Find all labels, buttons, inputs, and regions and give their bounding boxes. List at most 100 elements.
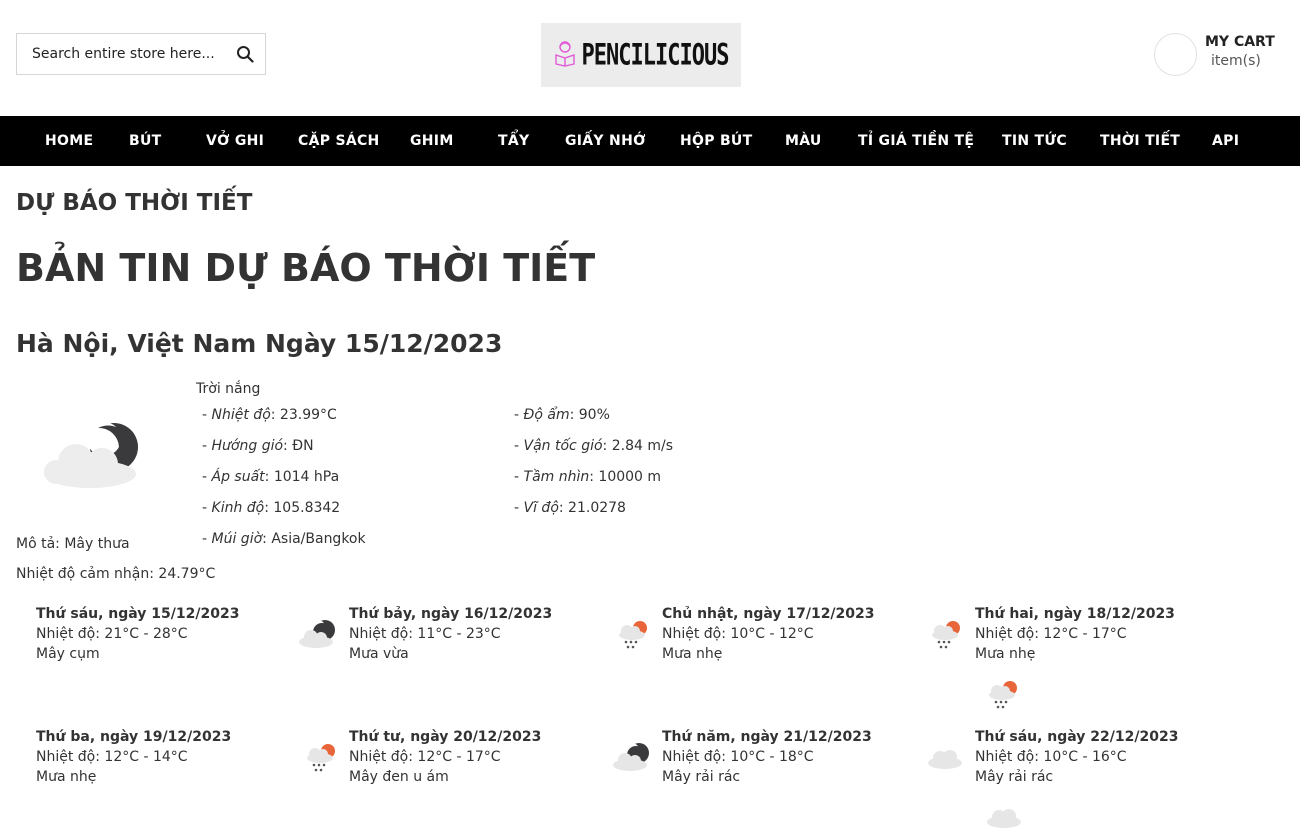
section-title: DỰ BÁO THỜI TIẾT	[16, 190, 253, 216]
forecast-date: Thứ tư, ngày 20/12/2023	[349, 729, 542, 745]
stat-value: : 2.84 m/s	[602, 438, 673, 454]
forecast-temp: Nhiệt độ: 10°C - 12°C	[662, 626, 814, 642]
stat-prefix: -	[202, 407, 212, 423]
site-header: Search entire store here... PENCILICIOUS…	[0, 0, 1300, 116]
forecast-date: Thứ sáu, ngày 22/12/2023	[975, 729, 1179, 745]
main-nav: HOME BÚT VỞ GHI CẶP SÁCH GHIM TẨY GIẤY N…	[0, 116, 1300, 166]
stat-longitude: - Kinh độ: 105.8342	[202, 500, 340, 516]
stat-prefix: -	[514, 500, 524, 516]
forecast-temp: Nhiệt độ: 11°C - 23°C	[349, 626, 501, 642]
forecast-desc: Mưa vừa	[349, 646, 409, 662]
stat-latitude: - Vĩ độ: 21.0278	[514, 500, 626, 516]
cloud-night-icon	[613, 743, 649, 771]
nav-item-hop-but[interactable]: HỘP BÚT	[680, 116, 752, 166]
forecast-card: Thứ hai, ngày 18/12/2023 Nhiệt độ: 12°C …	[927, 606, 1227, 676]
stat-prefix: -	[514, 407, 524, 423]
nav-item-tin-tuc[interactable]: TIN TỨC	[1002, 116, 1067, 166]
forecast-card: Thứ sáu, ngày 15/12/2023 Nhiệt độ: 21°C …	[0, 606, 300, 676]
forecast-desc: Mưa nhẹ	[975, 646, 1036, 662]
stat-prefix: -	[202, 469, 212, 485]
current-feels-like: Nhiệt độ cảm nhận: 24.79°C	[16, 566, 216, 582]
nav-item-thoi-tiet[interactable]: THỜI TIẾT	[1100, 116, 1180, 166]
stat-timezone: - Múi giờ: Asia/Bangkok	[202, 531, 366, 547]
search-icon[interactable]	[225, 34, 265, 74]
stat-visibility: - Tầm nhìn: 10000 m	[514, 469, 661, 485]
cloud-night-icon	[299, 620, 335, 648]
nav-item-mau[interactable]: MÀU	[785, 116, 822, 166]
stat-label: Tầm nhìn	[523, 469, 590, 485]
cloud-night-icon	[40, 418, 144, 492]
nav-item-cap-sach[interactable]: CẶP SÁCH	[298, 116, 380, 166]
stat-prefix: -	[514, 469, 524, 485]
forecast-desc: Mây rải rác	[975, 769, 1054, 785]
stat-value: : Asia/Bangkok	[262, 531, 366, 547]
stat-value: : 90%	[569, 407, 610, 423]
stat-wind-direction: - Hướng gió: ĐN	[202, 438, 314, 454]
stat-value: : 10000 m	[589, 469, 662, 485]
forecast-card: Thứ năm, ngày 21/12/2023 Nhiệt độ: 10°C …	[612, 729, 912, 799]
forecast-temp: Nhiệt độ: 21°C - 28°C	[36, 626, 188, 642]
forecast-date: Thứ bảy, ngày 16/12/2023	[349, 606, 553, 622]
stat-label: Áp suất	[211, 469, 265, 485]
current-description: Mô tả: Mây thưa	[16, 536, 130, 552]
cart-icon[interactable]	[1154, 33, 1197, 76]
cart[interactable]: MY CART item(s)	[1154, 33, 1294, 77]
search-input[interactable]: Search entire store here...	[32, 46, 225, 62]
forecast-desc: Mưa nhẹ	[662, 646, 723, 662]
stat-value: : 23.99°C	[270, 407, 337, 423]
stat-pressure: - Áp suất: 1014 hPa	[202, 469, 339, 485]
forecast-date: Thứ năm, ngày 21/12/2023	[662, 729, 872, 745]
forecast-desc: Mưa nhẹ	[36, 769, 97, 785]
forecast-temp: Nhiệt độ: 10°C - 18°C	[662, 749, 814, 765]
forecast-card: Thứ sáu, ngày 22/12/2023 Nhiệt độ: 10°C …	[925, 729, 1225, 799]
stat-prefix: -	[202, 438, 212, 454]
forecast-date: Thứ ba, ngày 19/12/2023	[36, 729, 232, 745]
forecast-temp: Nhiệt độ: 12°C - 17°C	[975, 626, 1127, 642]
forecast-desc: Mây cụm	[36, 646, 100, 662]
stat-prefix: -	[202, 500, 212, 516]
cart-count: item(s)	[1211, 53, 1261, 69]
forecast-card: Chủ nhật, ngày 17/12/2023 Nhiệt độ: 10°C…	[614, 606, 914, 676]
stat-label: Hướng gió	[211, 438, 284, 454]
nav-item-home[interactable]: HOME	[45, 116, 93, 166]
cart-title[interactable]: MY CART	[1205, 34, 1275, 50]
forecast-date: Chủ nhật, ngày 17/12/2023	[662, 606, 875, 622]
forecast-desc: Mây đen u ám	[349, 769, 449, 785]
stat-value: : 1014 hPa	[264, 469, 340, 485]
forecast-date: Thứ sáu, ngày 15/12/2023	[36, 606, 240, 622]
stat-prefix: -	[202, 531, 212, 547]
cloud-icon	[987, 809, 1021, 828]
city-date-title: Hà Nội, Việt Nam Ngày 15/12/2023	[16, 329, 503, 358]
search-box[interactable]: Search entire store here...	[16, 33, 266, 75]
stat-wind-speed: - Vận tốc gió: 2.84 m/s	[514, 438, 673, 454]
forecast-temp: Nhiệt độ: 12°C - 14°C	[36, 749, 188, 765]
stat-label: Kinh độ	[211, 500, 265, 516]
stat-temperature: - Nhiệt độ: 23.99°C	[202, 407, 337, 423]
stat-humidity: - Độ ẩm: 90%	[514, 407, 610, 423]
stat-label: Độ ẩm	[523, 407, 570, 423]
stat-value: : 105.8342	[264, 500, 341, 516]
forecast-card: Thứ bảy, ngày 16/12/2023 Nhiệt độ: 11°C …	[298, 606, 598, 676]
nav-item-giay-nho[interactable]: GIẤY NHỚ	[565, 116, 646, 166]
forecast-card: Thứ tư, ngày 20/12/2023 Nhiệt độ: 12°C -…	[298, 729, 598, 799]
stat-label: Vận tốc gió	[523, 438, 603, 454]
nav-item-tay[interactable]: TẨY	[498, 116, 529, 166]
nav-item-api[interactable]: API	[1212, 116, 1239, 166]
reader-icon	[554, 39, 576, 71]
forecast-temp: Nhiệt độ: 12°C - 17°C	[349, 749, 501, 765]
rain-sun-icon	[619, 621, 647, 649]
site-logo[interactable]: PENCILICIOUS	[541, 23, 741, 87]
nav-item-ghim[interactable]: GHIM	[410, 116, 454, 166]
nav-item-vo-ghi[interactable]: VỞ GHI	[206, 116, 264, 166]
stat-value: : 21.0278	[558, 500, 626, 516]
nav-item-but[interactable]: BÚT	[129, 116, 162, 166]
stat-label: Vĩ độ	[523, 500, 559, 516]
rain-sun-icon	[932, 621, 960, 649]
stat-value: : ĐN	[283, 438, 314, 454]
current-state: Trời nắng	[196, 381, 261, 397]
rain-sun-icon	[307, 744, 335, 772]
rain-sun-icon	[989, 681, 1017, 709]
nav-item-ti-gia[interactable]: TỈ GIÁ TIỀN TỆ	[858, 116, 974, 166]
logo-text: PENCILICIOUS	[581, 38, 730, 72]
forecast-card: Thứ ba, ngày 19/12/2023 Nhiệt độ: 12°C -…	[0, 729, 300, 799]
